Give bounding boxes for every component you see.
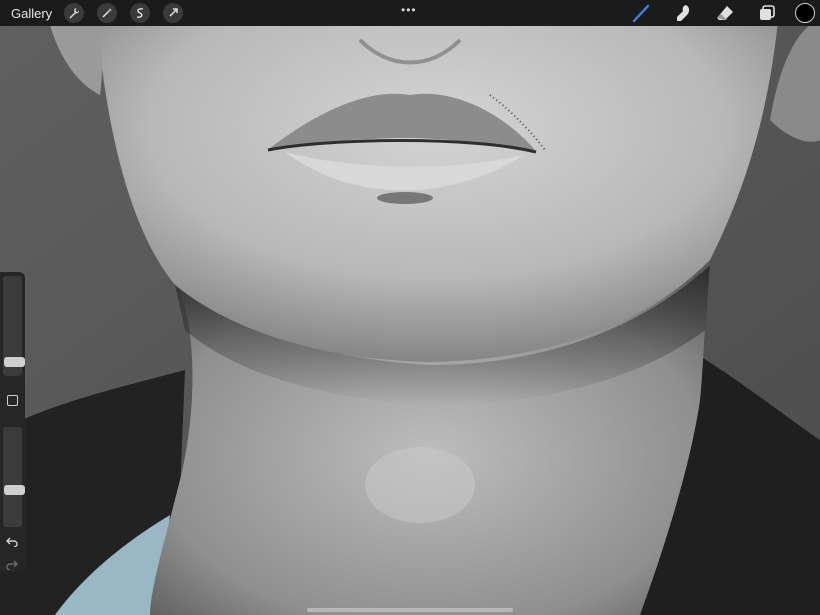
- actions-button[interactable]: [64, 3, 85, 23]
- drawing-canvas[interactable]: [0, 0, 820, 615]
- eraser-icon: [717, 6, 733, 20]
- brush-icon: [632, 4, 650, 23]
- smudge-tool[interactable]: [671, 1, 695, 25]
- undo-button[interactable]: [6, 535, 18, 550]
- home-indicator: [307, 608, 513, 612]
- layers-icon: [760, 5, 775, 20]
- smudge-icon: [677, 5, 690, 21]
- redo-button[interactable]: [6, 558, 18, 573]
- wrench-icon: [69, 8, 80, 19]
- selection-icon: [137, 8, 144, 18]
- transform-icon: [169, 8, 178, 17]
- left-sidebar: [0, 272, 25, 572]
- transform-button[interactable]: [163, 3, 184, 23]
- opacity-thumb[interactable]: [4, 485, 25, 495]
- more-menu-button[interactable]: •••: [401, 3, 417, 17]
- adams-apple: [365, 447, 475, 523]
- top-toolbar: Gallery •••: [0, 0, 820, 26]
- layers-button[interactable]: [755, 1, 779, 25]
- eraser-tool[interactable]: [713, 1, 737, 25]
- brush-size-thumb[interactable]: [4, 357, 25, 367]
- chin-crease: [377, 192, 433, 204]
- gallery-button[interactable]: Gallery: [11, 6, 52, 21]
- brush-size-slider[interactable]: [3, 276, 25, 376]
- tool-group: [611, 0, 820, 26]
- undo-icon: [6, 537, 18, 548]
- modify-button[interactable]: [7, 395, 18, 406]
- magic-wand-icon: [102, 8, 113, 18]
- redo-icon: [6, 560, 18, 571]
- color-picker-button[interactable]: [795, 3, 815, 23]
- artwork: [0, 0, 820, 615]
- opacity-slider[interactable]: [3, 427, 25, 527]
- brush-tool[interactable]: [629, 1, 653, 25]
- selection-button[interactable]: [130, 3, 151, 23]
- adjustments-button[interactable]: [97, 3, 118, 23]
